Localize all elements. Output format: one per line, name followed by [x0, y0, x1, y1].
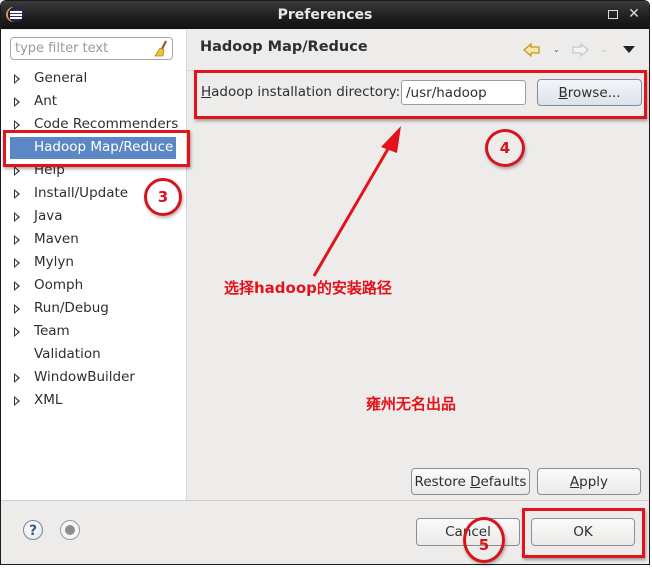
annotation-watermark: 雍州无名出品 — [366, 395, 457, 413]
annotation-hint-text: 选择hadoop的安装路径 — [224, 279, 392, 297]
